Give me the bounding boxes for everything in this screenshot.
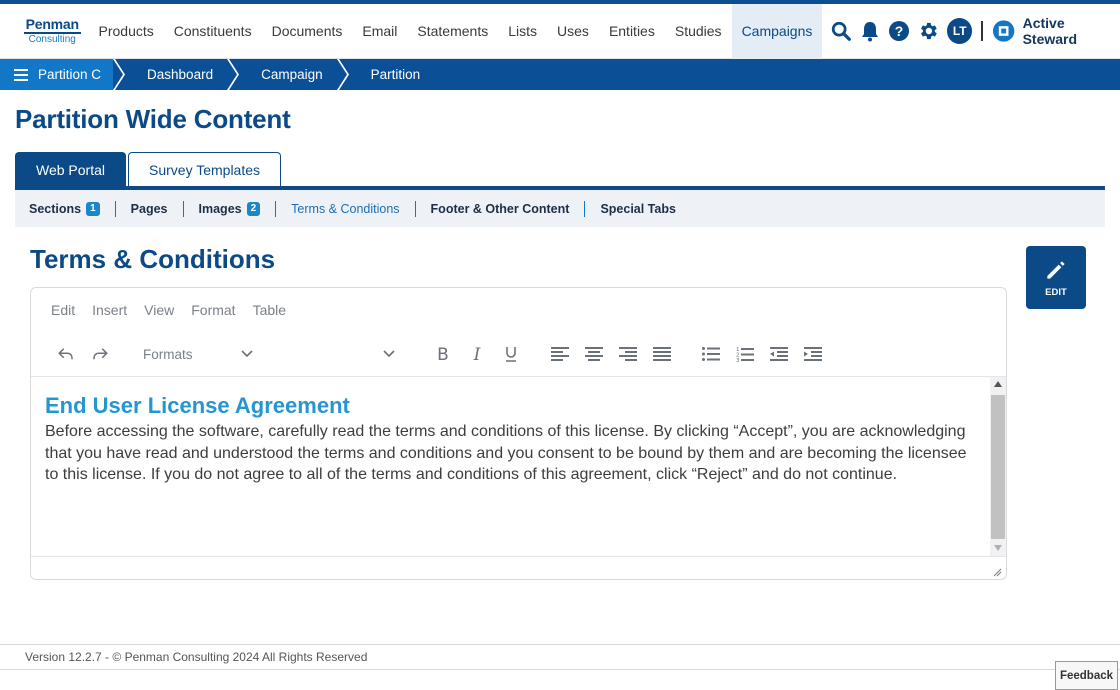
scrollbar-thumb[interactable] <box>991 395 1005 539</box>
page-footer: Version 12.2.7 - © Penman Consulting 202… <box>0 644 1120 670</box>
font-dropdown-chevron-icon[interactable] <box>372 339 406 369</box>
breadcrumb-label: Partition C <box>38 67 102 82</box>
tab-web-portal[interactable]: Web Portal <box>15 152 126 186</box>
active-steward-brand[interactable]: Active Steward <box>992 15 1120 47</box>
nav-email[interactable]: Email <box>352 4 407 59</box>
breadcrumb-chevron-icon <box>113 59 126 90</box>
search-icon[interactable] <box>826 16 855 46</box>
edit-button[interactable]: EDIT <box>1026 246 1086 309</box>
subnav-label: Footer & Other Content <box>430 201 570 216</box>
subnav-label: Special Tabs <box>600 201 676 216</box>
page-title: Partition Wide Content <box>15 104 291 134</box>
count-badge: 1 <box>86 201 100 216</box>
rich-text-editor: Edit Insert View Format Table Formats B … <box>30 287 1007 580</box>
bullet-list-icon[interactable] <box>694 339 728 369</box>
italic-icon[interactable]: I <box>460 339 494 369</box>
hamburger-menu-icon[interactable] <box>14 68 28 81</box>
eula-heading: End User License Agreement <box>45 393 350 418</box>
svg-text:?: ? <box>895 23 904 39</box>
nav-studies[interactable]: Studies <box>665 4 732 59</box>
nav-tools: ? LT Active Steward <box>826 15 1120 47</box>
count-badge: 2 <box>246 201 261 216</box>
tab-survey-templates[interactable]: Survey Templates <box>128 152 282 186</box>
breadcrumb-partition[interactable]: Partition <box>349 59 435 90</box>
nav-entities[interactable]: Entities <box>599 4 665 59</box>
breadcrumb-dashboard[interactable]: Dashboard <box>125 59 227 90</box>
gear-icon[interactable] <box>914 16 943 46</box>
brand-name: Active Steward <box>1022 15 1078 47</box>
nav-constituents[interactable]: Constituents <box>164 4 262 59</box>
subnav-label: Terms & Conditions <box>291 201 400 216</box>
user-avatar[interactable]: LT <box>947 18 973 44</box>
eula-body-text: Before accessing the software, carefully… <box>45 423 967 483</box>
underline-icon[interactable] <box>494 339 528 369</box>
subnav-special-tabs[interactable]: Special Tabs <box>600 201 691 217</box>
bell-icon[interactable] <box>856 16 885 46</box>
nav-campaigns[interactable]: Campaigns <box>731 3 823 59</box>
pencil-icon <box>1047 261 1065 279</box>
nav-lists[interactable]: Lists <box>498 4 547 59</box>
svg-text:B: B <box>437 346 449 362</box>
nav-divider <box>981 21 984 41</box>
subnav-label: Images <box>198 201 242 216</box>
subnav-sections[interactable]: Sections 1 <box>29 200 116 217</box>
nav-statements[interactable]: Statements <box>407 4 498 59</box>
align-center-icon[interactable] <box>577 339 611 369</box>
subnav-images[interactable]: Images 2 <box>198 200 277 217</box>
subnav-footer-other-content[interactable]: Footer & Other Content <box>430 200 586 217</box>
breadcrumb-chevron-icon <box>336 59 349 90</box>
editor-menubar: Edit Insert View Format Table <box>31 288 1006 332</box>
top-navigation: Penman Consulting Products Constituents … <box>0 3 1120 59</box>
scroll-down-arrow-icon[interactable] <box>990 541 1006 555</box>
editor-toolbar: Formats B I 123 <box>31 332 1006 376</box>
menu-view[interactable]: View <box>144 302 174 318</box>
redo-icon[interactable] <box>83 339 117 369</box>
content-tabs: Web Portal Survey Templates <box>15 152 1105 186</box>
undo-icon[interactable] <box>49 339 83 369</box>
breadcrumb: Partition C Dashboard Campaign Partition <box>0 59 1120 90</box>
formats-label: Formats <box>143 346 193 362</box>
footer-version-text: Version 12.2.7 - © Penman Consulting 202… <box>25 650 368 664</box>
bold-icon[interactable]: B <box>426 339 460 369</box>
logo-line-1: Penman <box>24 16 81 34</box>
formats-dropdown[interactable]: Formats <box>131 347 261 362</box>
logo-line-2: Consulting <box>28 34 76 45</box>
subnav-label: Pages <box>130 201 168 216</box>
nav-uses[interactable]: Uses <box>547 4 599 59</box>
align-justify-icon[interactable] <box>645 339 679 369</box>
feedback-button[interactable]: Feedback <box>1055 661 1118 690</box>
editor-scrollbar[interactable] <box>990 377 1006 557</box>
resize-handle-icon[interactable] <box>992 567 1002 577</box>
chevron-down-icon <box>241 350 253 358</box>
breadcrumb-partition-c[interactable]: Partition C <box>0 59 114 90</box>
svg-text:3: 3 <box>736 358 740 362</box>
nav-products[interactable]: Products <box>89 4 164 59</box>
editor-statusbar <box>31 556 1006 579</box>
subnav-pages[interactable]: Pages <box>130 200 184 217</box>
subnav-label: Sections <box>29 201 82 216</box>
edit-button-label: EDIT <box>1045 287 1067 298</box>
menu-insert[interactable]: Insert <box>92 302 127 318</box>
numbered-list-icon[interactable]: 123 <box>728 339 762 369</box>
outdent-icon[interactable] <box>762 339 796 369</box>
section-title: Terms & Conditions <box>30 244 276 274</box>
scroll-up-arrow-icon[interactable] <box>990 377 1006 391</box>
svg-text:I: I <box>473 346 481 362</box>
align-right-icon[interactable] <box>611 339 645 369</box>
menu-table[interactable]: Table <box>253 302 286 318</box>
active-steward-logo-icon <box>993 20 1015 42</box>
menu-edit[interactable]: Edit <box>51 302 75 318</box>
subnav-terms-conditions[interactable]: Terms & Conditions <box>291 200 416 217</box>
sub-navigation: Sections 1 Pages Images 2 Terms & Condit… <box>15 190 1105 227</box>
nav-documents[interactable]: Documents <box>262 4 353 59</box>
breadcrumb-campaign[interactable]: Campaign <box>239 59 337 90</box>
editor-content-area[interactable]: End User License Agreement Before access… <box>31 376 1006 557</box>
penman-logo[interactable]: Penman Consulting <box>24 17 81 45</box>
breadcrumb-chevron-icon <box>227 59 240 90</box>
align-left-icon[interactable] <box>543 339 577 369</box>
indent-icon[interactable] <box>796 339 830 369</box>
help-icon[interactable]: ? <box>885 16 914 46</box>
menu-format[interactable]: Format <box>191 302 235 318</box>
